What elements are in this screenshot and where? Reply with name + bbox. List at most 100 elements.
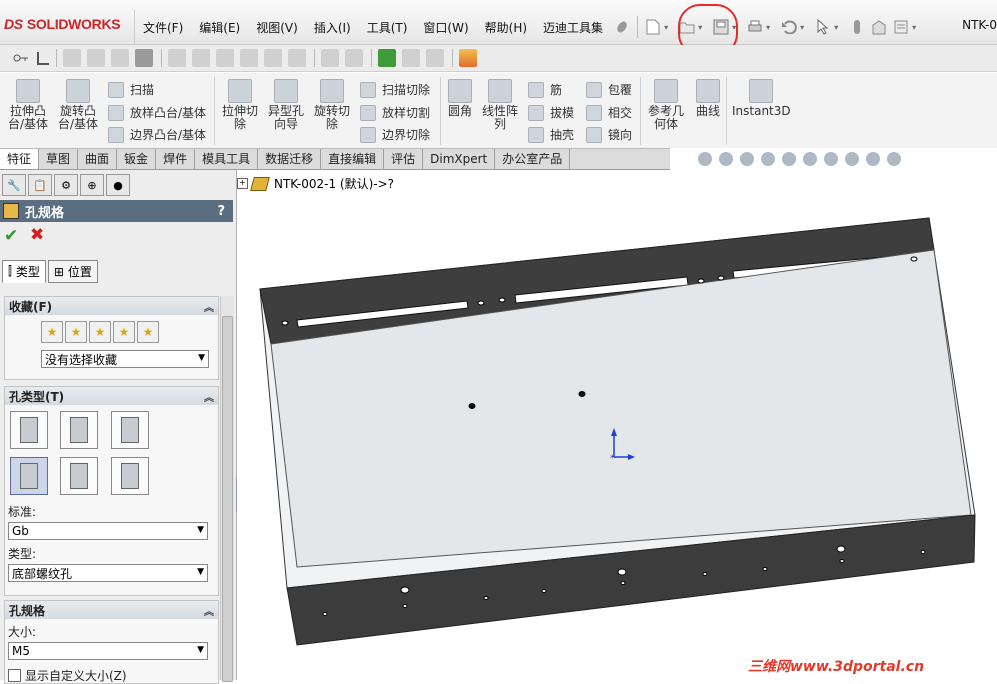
tab-surfaces[interactable]: 曲面 bbox=[78, 149, 118, 169]
sweep-button[interactable]: 扫描 bbox=[108, 81, 154, 98]
section-view-icon[interactable] bbox=[761, 152, 775, 166]
intersect-button[interactable]: 相交 bbox=[586, 104, 632, 121]
search-icon[interactable] bbox=[321, 49, 339, 67]
previous-view-icon[interactable] bbox=[740, 152, 754, 166]
search-alt-icon[interactable] bbox=[345, 49, 363, 67]
favorites-select[interactable]: 没有选择收藏 ▼ bbox=[41, 350, 209, 368]
lofted-cut-button[interactable]: 放样切割 bbox=[360, 104, 430, 121]
swept-cut-button[interactable]: 扫描切除 bbox=[360, 81, 430, 98]
tapped-hole-button[interactable] bbox=[10, 457, 48, 495]
menu-insert[interactable]: 插入(I) bbox=[306, 19, 359, 36]
countersink-hole-button[interactable] bbox=[60, 411, 98, 449]
apply-scene-icon[interactable] bbox=[866, 152, 880, 166]
tab-weldments[interactable]: 焊件 bbox=[156, 149, 196, 169]
tab-sheet-metal[interactable]: 钣金 bbox=[117, 149, 157, 169]
linear-pattern-button[interactable]: 线性阵 列 bbox=[482, 79, 518, 131]
collapse-chevron-icon[interactable]: ︽ bbox=[204, 299, 214, 314]
shell-button[interactable]: 抽壳 bbox=[528, 126, 574, 143]
shade-tool-icon[interactable] bbox=[111, 49, 129, 67]
standard-select[interactable]: Gb ▼ bbox=[8, 522, 208, 540]
feature-tree-tab-icon[interactable]: 🔧 bbox=[2, 174, 26, 196]
gear-alt-icon[interactable] bbox=[192, 49, 210, 67]
scrollbar-thumb[interactable] bbox=[222, 316, 233, 682]
chevron-down-icon[interactable]: ▾ bbox=[800, 23, 806, 32]
instant3d-button[interactable]: Instant3D bbox=[732, 79, 791, 118]
group-header[interactable]: 孔规格 ︽ bbox=[5, 601, 218, 619]
wrap-button[interactable]: 包覆 bbox=[586, 81, 632, 98]
chevron-down-icon[interactable]: ▾ bbox=[834, 23, 840, 32]
help-button[interactable]: ? bbox=[217, 204, 225, 219]
menu-maidi-tools[interactable]: 迈迪工具集 bbox=[535, 19, 611, 36]
edit-appearance-icon[interactable] bbox=[845, 152, 859, 166]
palette-icon[interactable] bbox=[459, 49, 477, 67]
menu-window[interactable]: 窗口(W) bbox=[415, 19, 476, 36]
chevron-down-icon[interactable]: ▾ bbox=[664, 23, 670, 32]
menu-edit[interactable]: 编辑(E) bbox=[191, 19, 248, 36]
cancel-button[interactable]: ✖ bbox=[30, 225, 44, 245]
hole-wizard-button[interactable]: 异型孔 向导 bbox=[268, 79, 304, 131]
circle-tool-icon[interactable] bbox=[135, 49, 153, 67]
rebuild-tool-icon[interactable] bbox=[63, 49, 81, 67]
zoom-to-area-icon[interactable] bbox=[719, 152, 733, 166]
boundary-boss-button[interactable]: 边界凸台/基体 bbox=[108, 126, 206, 143]
image-icon[interactable] bbox=[426, 49, 444, 67]
loft-boss-button[interactable]: 放样凸台/基体 bbox=[108, 104, 206, 121]
type-select[interactable]: 底部螺纹孔 ▼ bbox=[8, 564, 208, 582]
tab-sketch[interactable]: 草图 bbox=[39, 149, 79, 169]
collapse-chevron-icon[interactable]: ︽ bbox=[204, 603, 214, 618]
tab-office-products[interactable]: 办公室产品 bbox=[495, 149, 571, 169]
save-favorite-icon[interactable]: ★ bbox=[113, 321, 135, 343]
menu-tools[interactable]: 工具(T) bbox=[359, 19, 416, 36]
model-viewport[interactable]: * bbox=[237, 170, 997, 680]
extrude-boss-button[interactable]: 拉伸凸 台/基体 bbox=[8, 79, 48, 131]
apply-defaults-icon[interactable]: ★ bbox=[41, 321, 63, 343]
view-orientation-icon[interactable] bbox=[782, 152, 796, 166]
frame-tool-icon[interactable] bbox=[87, 49, 105, 67]
corner-icon[interactable] bbox=[34, 49, 52, 67]
menu-help[interactable]: 帮助(H) bbox=[477, 19, 535, 36]
mirror-button[interactable]: 镜向 bbox=[586, 126, 632, 143]
funnel-icon[interactable] bbox=[216, 49, 234, 67]
draft-button[interactable]: 拔模 bbox=[528, 104, 574, 121]
delete-favorite-icon[interactable]: ★ bbox=[89, 321, 111, 343]
curves-button[interactable]: 曲线 bbox=[696, 79, 720, 118]
appearance-tab-icon[interactable]: ● bbox=[106, 174, 130, 196]
gear-icon[interactable] bbox=[168, 49, 186, 67]
tab-data-migration[interactable]: 数据迁移 bbox=[258, 149, 322, 169]
pin-marker-icon[interactable] bbox=[240, 49, 258, 67]
options-icon[interactable] bbox=[892, 18, 910, 36]
menu-file[interactable]: 文件(F) bbox=[135, 19, 191, 36]
tab-mold-tools[interactable]: 模具工具 bbox=[195, 149, 259, 169]
extrude-cut-button[interactable]: 拉伸切 除 bbox=[222, 79, 258, 131]
tab-position[interactable]: ⊞ 位置 bbox=[47, 260, 98, 283]
group-header[interactable]: 收藏(F) ︽ bbox=[5, 297, 218, 315]
property-manager-tab-icon[interactable]: 📋 bbox=[28, 174, 52, 196]
ok-button[interactable]: ✔ bbox=[4, 226, 18, 246]
print-icon[interactable] bbox=[746, 18, 764, 36]
chevron-down-icon[interactable]: ▾ bbox=[766, 23, 772, 32]
size-select[interactable]: M5 ▼ bbox=[8, 642, 208, 660]
tab-direct-editing[interactable]: 直接编辑 bbox=[321, 149, 385, 169]
rib-button[interactable]: 筋 bbox=[528, 81, 562, 98]
legacy-hole-button[interactable] bbox=[111, 457, 149, 495]
chevron-down-icon[interactable]: ▾ bbox=[912, 23, 918, 32]
tab-dimxpert[interactable]: DimXpert bbox=[423, 149, 496, 169]
menu-view[interactable]: 视图(V) bbox=[248, 19, 306, 36]
load-favorite-icon[interactable]: ★ bbox=[137, 321, 159, 343]
revolve-boss-button[interactable]: 旋转凸 台/基体 bbox=[58, 79, 98, 131]
file-properties-icon[interactable] bbox=[870, 18, 888, 36]
rebuild-icon[interactable] bbox=[848, 18, 866, 36]
add-favorite-icon[interactable]: ★ bbox=[65, 321, 87, 343]
printer-icon[interactable] bbox=[402, 49, 420, 67]
hide-show-items-icon[interactable] bbox=[824, 152, 838, 166]
new-document-icon[interactable] bbox=[644, 18, 662, 36]
fillet-button[interactable]: 圆角 bbox=[448, 79, 472, 118]
revolve-cut-button[interactable]: 旋转切 除 bbox=[314, 79, 350, 131]
view-settings-icon[interactable] bbox=[887, 152, 901, 166]
boundary-cut-button[interactable]: 边界切除 bbox=[360, 126, 430, 143]
reference-geometry-button[interactable]: 参考几 何体 bbox=[648, 79, 684, 131]
tab-evaluate[interactable]: 评估 bbox=[384, 149, 424, 169]
display-style-icon[interactable] bbox=[803, 152, 817, 166]
simple-hole-button[interactable] bbox=[111, 411, 149, 449]
group-header[interactable]: 孔类型(T) ︽ bbox=[5, 387, 218, 405]
